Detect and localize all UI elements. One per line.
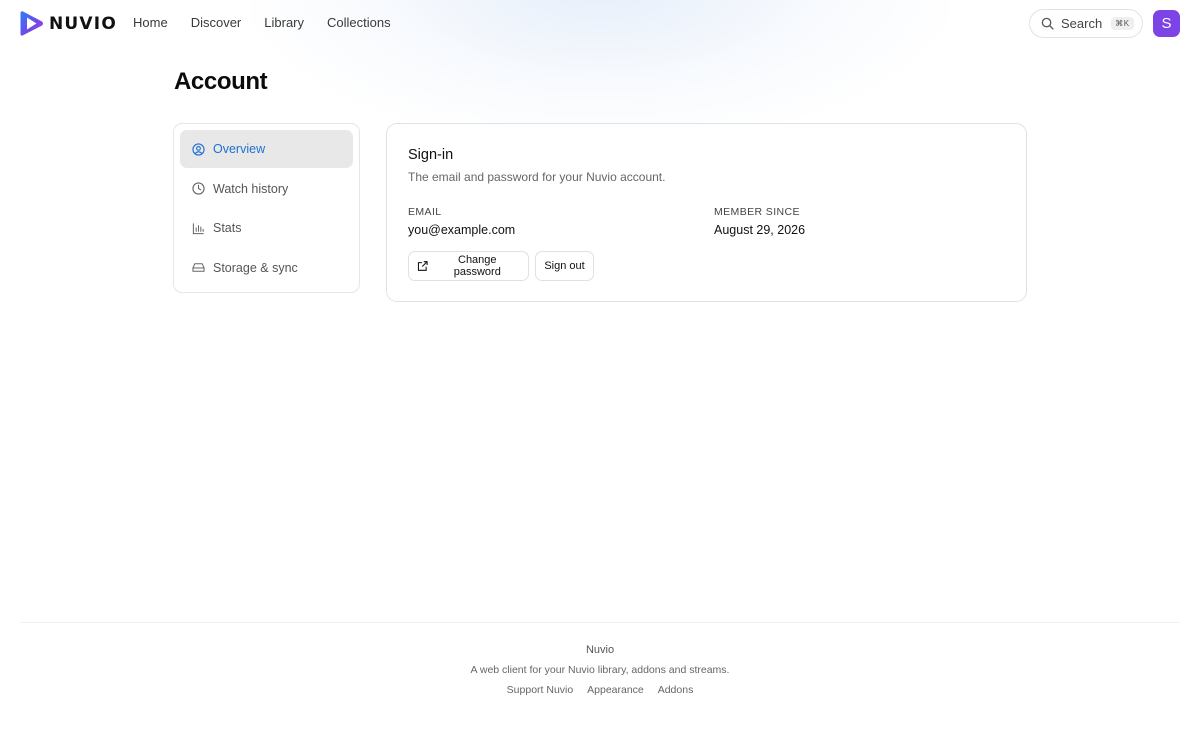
external-link-icon (417, 261, 428, 271)
footer-tagline: A web client for your Nuvio library, add… (470, 664, 730, 676)
page-title: Account (174, 68, 268, 95)
sidebar-item-label: Stats (213, 221, 242, 235)
user-circle-icon (192, 142, 205, 156)
member-since-label: MEMBER SINCE (714, 206, 800, 218)
top-header: NUVIO Home Discover Library Collections … (0, 0, 1200, 48)
sidebar-item-overview[interactable]: Overview (180, 130, 353, 168)
change-password-button[interactable]: Change password (408, 251, 529, 281)
change-password-label: Change password (453, 254, 501, 278)
card-subtitle: The email and password for your Nuvio ac… (408, 170, 666, 184)
sidebar-item-stats[interactable]: Stats (180, 209, 353, 247)
footer-divider (20, 622, 1180, 623)
main-nav: Home Discover Library Collections (133, 15, 414, 30)
bar-chart-icon (192, 222, 204, 234)
avatar[interactable]: S (1153, 10, 1180, 37)
nav-collections[interactable]: Collections (327, 15, 391, 30)
signin-card: Sign-in The email and password for your … (386, 123, 1027, 302)
sidebar-item-label: Overview (213, 142, 266, 156)
nav-discover[interactable]: Discover (191, 15, 242, 30)
search-label: Search (1061, 16, 1103, 31)
email-value: you@example.com (408, 223, 516, 237)
sidebar-item-watch-history[interactable]: Watch history (180, 170, 353, 208)
nav-library[interactable]: Library (264, 15, 304, 30)
footer-link-support[interactable]: Support Nuvio (507, 684, 574, 696)
footer-links: Support Nuvio Appearance Addons (0, 684, 1200, 696)
hard-drive-icon (192, 263, 205, 272)
email-label: EMAIL (408, 206, 442, 218)
search-icon (1041, 17, 1054, 30)
footer-link-appearance[interactable]: Appearance (587, 684, 644, 696)
logo-text: NUVIO (49, 13, 117, 34)
search-shortcut: ⌘K (1111, 17, 1134, 30)
sidebar-item-label: Watch history (213, 181, 289, 196)
clock-icon (192, 182, 205, 195)
sidebar-item-storage-sync[interactable]: Storage & sync (180, 249, 353, 287)
footer-link-addons[interactable]: Addons (658, 684, 694, 696)
sidebar-item-label: Storage & sync (213, 260, 298, 275)
account-sidebar: Overview Watch history Stats Storage & s… (173, 123, 360, 293)
logo-icon (20, 11, 43, 36)
footer-brand: Nuvio (585, 644, 615, 656)
search-button[interactable]: Search ⌘K (1029, 9, 1143, 38)
logo[interactable]: NUVIO (20, 10, 117, 37)
member-since-value: August 29, 2026 (714, 223, 806, 237)
sign-out-button[interactable]: Sign out (535, 251, 594, 281)
nav-home[interactable]: Home (133, 15, 168, 30)
card-title: Sign-in (408, 147, 454, 163)
